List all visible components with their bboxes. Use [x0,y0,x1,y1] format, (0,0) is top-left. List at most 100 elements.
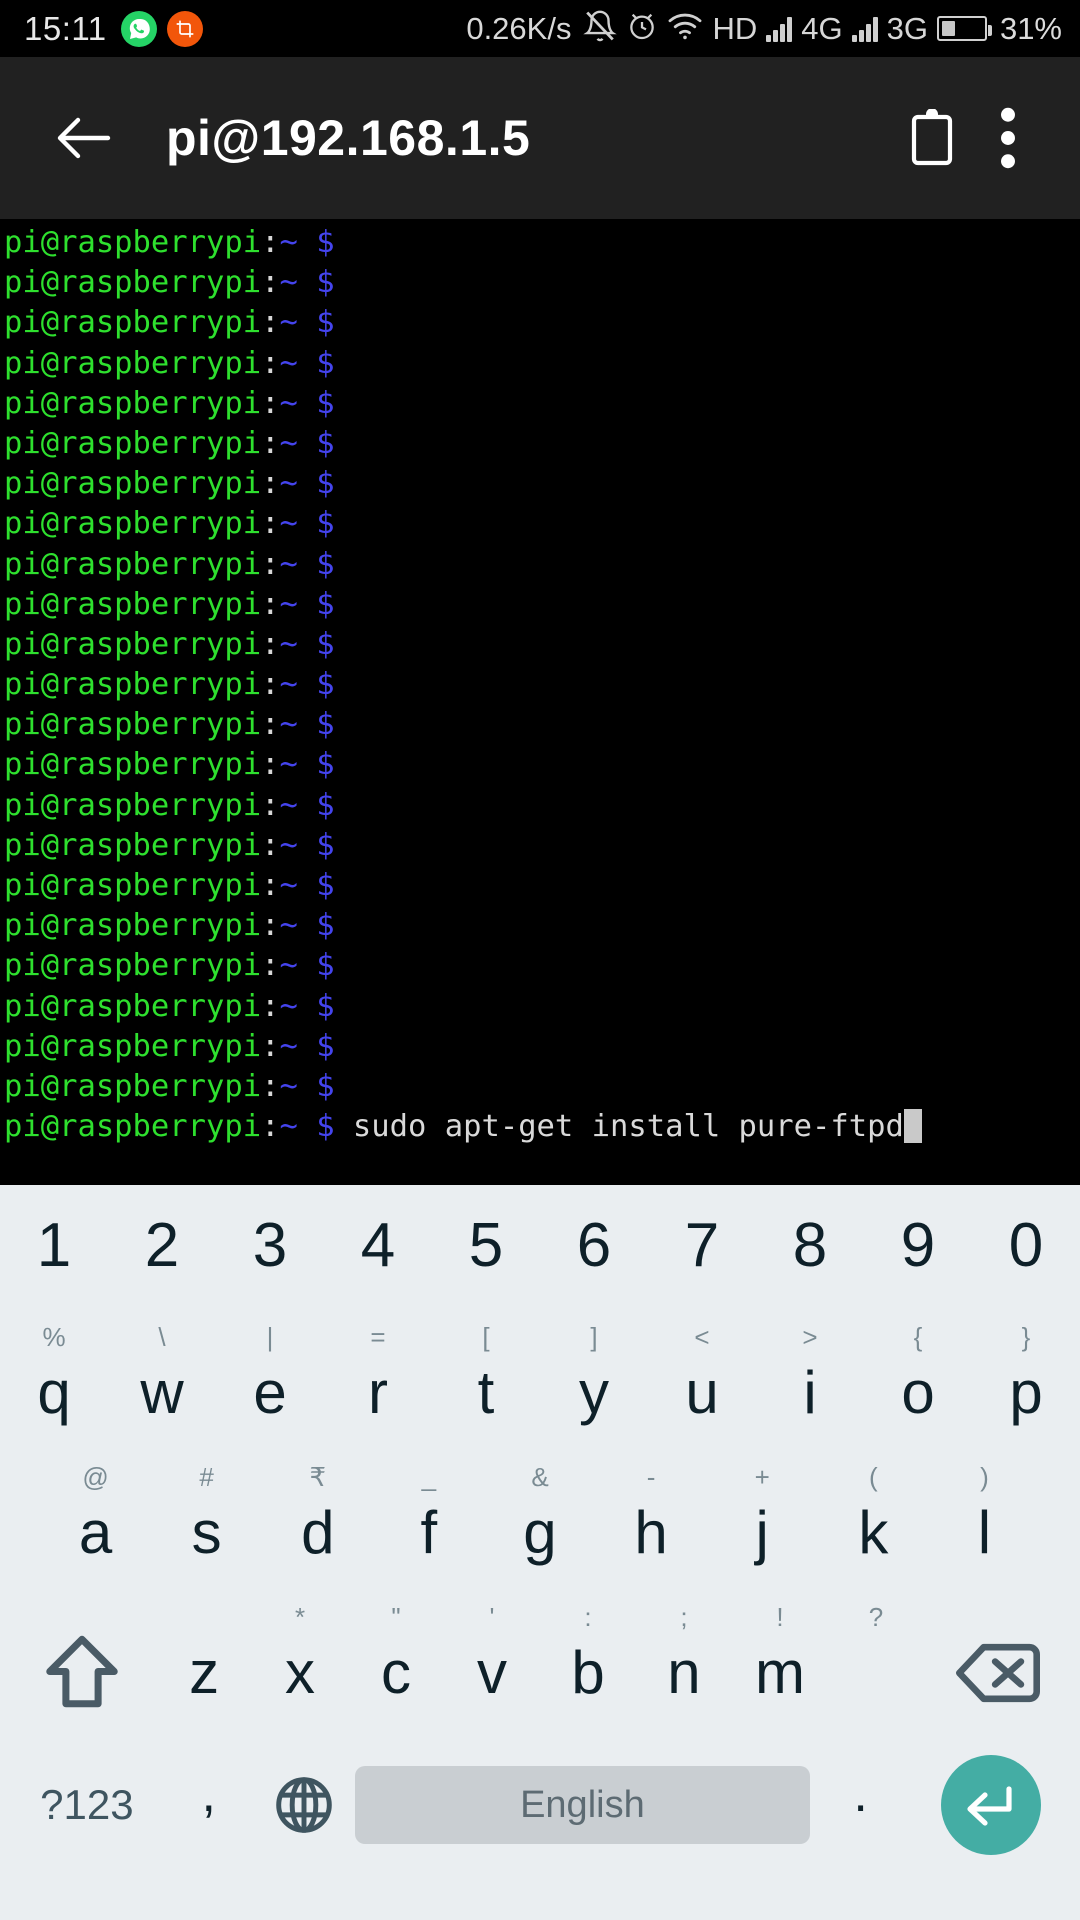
alarm-clock-icon [626,10,658,47]
key-label: l [977,1499,992,1566]
key-label: s [191,1499,222,1566]
key-k[interactable]: (k [818,1450,929,1590]
terminal-prompt-user: pi@raspberrypi [4,626,262,662]
key-alt-label: \ [158,1322,166,1352]
terminal-prompt-symbol: $ [297,1068,335,1104]
key-r[interactable]: = r [324,1310,432,1450]
key-alt-label: < [694,1322,710,1352]
space-key[interactable]: English [354,1766,811,1844]
terminal-cursor [903,1109,922,1144]
terminal-prompt-colon: : [261,265,280,301]
terminal-output[interactable]: pi@raspberrypi:~ $ pi@raspberrypi:~ $ pi@r… [0,219,1080,1182]
terminal-prompt-path: ~ [279,868,298,903]
terminal-prompt-user: pi@raspberrypi [4,586,262,622]
key-question-hint[interactable]: ? [828,1590,924,1730]
key-j[interactable]: + j [707,1450,818,1590]
key-alt-label: ? [868,1602,884,1632]
terminal-prompt-path: ~ [279,707,298,743]
key-9[interactable]: 9 [864,1182,972,1310]
key-o[interactable]: {o [864,1310,972,1450]
comma-key[interactable]: , [164,1764,254,1846]
phone-screen: 15:11 0.26K/s HD 4G 3G 31% pi@192.168.1.… [0,0,1080,1920]
more-options-icon[interactable] [970,100,1046,176]
key-l[interactable]: ) l [929,1450,1040,1590]
globe-language-icon[interactable] [254,1772,355,1838]
key-3[interactable]: 3 [216,1182,324,1310]
key-e[interactable]: | e [216,1310,324,1450]
key-p[interactable]: } p [972,1310,1080,1450]
key-alt-label: - [646,1462,656,1492]
key-7[interactable]: 7 [648,1182,756,1310]
enter-key[interactable] [911,1755,1070,1855]
key-1[interactable]: 1 [0,1182,108,1310]
wifi-icon [667,11,703,46]
terminal-prompt-symbol: $ [297,265,335,301]
terminal-prompt-path: ~ [279,908,298,944]
key-v[interactable]: ' v [444,1590,540,1730]
key-d[interactable]: ₹ d [262,1450,373,1590]
terminal-prompt-path: ~ [279,345,298,381]
battery-percent-text: 31% [999,10,1062,46]
paste-clipboard-icon[interactable] [894,100,970,176]
terminal-current-line[interactable]: pi@raspberrypi:~ $ sudo apt-get install … [4,1107,1080,1147]
key-x[interactable]: * x [252,1590,348,1730]
terminal-line: pi@raspberrypi:~ $ [4,464,1080,504]
key-u[interactable]: < u [648,1310,756,1450]
key-alt-label: # [199,1462,214,1492]
key-2[interactable]: 2 [108,1182,216,1310]
terminal-prompt-path: ~ [279,1028,298,1064]
backspace-key[interactable] [924,1590,1072,1730]
key-y[interactable]: ] y [540,1310,648,1450]
terminal-prompt-user: pi@raspberrypi [4,908,262,944]
symbols-key[interactable]: ?123 [10,1781,164,1829]
terminal-prompt-colon: : [261,908,280,944]
key-6[interactable]: 6 [540,1182,648,1310]
terminal-prompt-colon: : [261,988,280,1024]
key-5[interactable]: 5 [432,1182,540,1310]
key-a[interactable]: @ a [40,1450,151,1590]
sim1-network-type: 4G [801,10,843,46]
terminal-line: pi@raspberrypi:~ $ [4,384,1080,424]
key-4[interactable]: 4 [324,1182,432,1310]
key-c[interactable]: " c [348,1590,444,1730]
terminal-prompt-path: ~ [279,988,298,1024]
key-label: v [477,1639,508,1706]
key-s[interactable]: # s [151,1450,262,1590]
terminal-prompt-colon: : [261,1109,280,1145]
terminal-prompt-colon: : [261,868,280,903]
terminal-line: pi@raspberrypi:~ $ [4,625,1080,665]
terminal-prompt-symbol: $ [297,747,335,783]
terminal-prompt-path: ~ [279,466,298,502]
key-q[interactable]: % q [0,1310,108,1450]
terminal-line: pi@raspberrypi:~ $ [4,1027,1080,1067]
key-n[interactable]: ; n [636,1590,732,1730]
shift-key[interactable] [8,1590,156,1730]
key-b[interactable]: :b [540,1590,636,1730]
key-0[interactable]: 0 [972,1182,1080,1310]
terminal-prompt-colon: : [261,747,280,783]
period-key[interactable]: . [810,1764,911,1846]
back-arrow-icon[interactable] [46,100,122,176]
key-t[interactable]: [t [432,1310,540,1450]
terminal-prompt-user: pi@raspberrypi [4,948,262,984]
whatsapp-icon [120,10,157,47]
terminal-line: pi@raspberrypi:~ $ [4,223,1080,263]
key-f[interactable]: _ f [373,1450,484,1590]
key-label: 1 [36,1211,72,1280]
terminal-prompt-colon: : [261,225,280,260]
key-alt-label: > [802,1322,818,1352]
status-notification-icons [120,10,203,47]
key-m[interactable]: ! m [732,1590,828,1730]
key-z[interactable]: z [156,1590,252,1730]
key-h[interactable]: -h [596,1450,707,1590]
terminal-line: pi@raspberrypi:~ $ [4,745,1080,785]
network-speed-text: 0.26K/s [466,10,572,46]
key-i[interactable]: > i [756,1310,864,1450]
terminal-line: pi@raspberrypi:~ $ [4,946,1080,986]
key-8[interactable]: 8 [756,1182,864,1310]
key-g[interactable]: & g [484,1450,595,1590]
app-bar: pi@192.168.1.5 [0,57,1080,219]
key-w[interactable]: \ w [108,1310,216,1450]
key-alt-label: @ [82,1462,109,1492]
key-alt-label: ; [680,1602,688,1632]
